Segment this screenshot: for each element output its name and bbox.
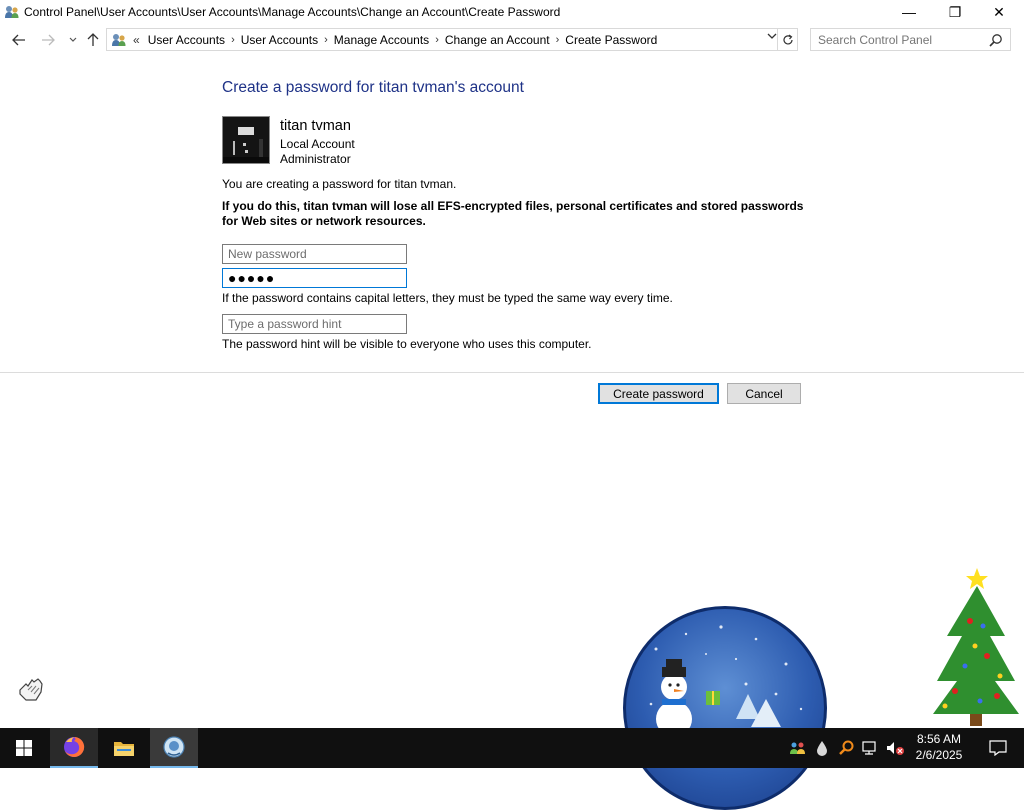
breadcrumb-item[interactable]: User Accounts <box>148 33 225 47</box>
address-dropdown-icon[interactable] <box>767 32 777 43</box>
create-password-button[interactable]: Create password <box>598 383 719 404</box>
clock[interactable]: 8:56 AM 2/6/2025 <box>906 731 972 763</box>
chevron-right-icon[interactable]: › <box>435 34 439 46</box>
warning-text: If you do this, titan tvman will lose al… <box>222 199 804 228</box>
search-tool-icon[interactable] <box>836 728 856 768</box>
clock-time: 8:56 AM <box>916 732 962 746</box>
navigation-bar: « User Accounts › User Accounts › Manage… <box>0 28 1024 52</box>
avatar <box>222 116 270 164</box>
refresh-icon[interactable] <box>777 29 797 50</box>
account-role: Administrator <box>280 152 351 166</box>
back-arrow-icon[interactable] <box>9 30 29 50</box>
address-bar[interactable]: « User Accounts › User Accounts › Manage… <box>106 28 798 51</box>
people-icon[interactable] <box>788 728 808 768</box>
cancel-button[interactable]: Cancel <box>727 383 801 404</box>
chevron-right-icon[interactable]: › <box>556 34 560 46</box>
up-arrow-icon[interactable] <box>83 30 103 50</box>
chevron-right-icon[interactable]: › <box>324 34 328 46</box>
case-sensitivity-note: If the password contains capital letters… <box>222 291 673 305</box>
start-button[interactable] <box>0 728 48 768</box>
search-box[interactable] <box>810 28 1011 51</box>
user-accounts-icon <box>4 4 20 20</box>
search-icon[interactable] <box>989 33 1003 47</box>
windows-logo-icon <box>16 740 32 756</box>
title-bar[interactable]: Control Panel\User Accounts\User Account… <box>0 0 1024 24</box>
window-title: Control Panel\User Accounts\User Account… <box>24 5 561 19</box>
clock-date: 2/6/2025 <box>915 748 963 762</box>
close-button[interactable]: ✕ <box>976 0 1022 24</box>
snow-globe-decoration <box>623 606 827 810</box>
network-icon[interactable] <box>860 728 880 768</box>
firefox-icon[interactable] <box>50 728 98 768</box>
breadcrumb-item[interactable]: Create Password <box>565 33 657 47</box>
maximize-button[interactable]: ❐ <box>932 0 978 24</box>
hand-cursor-icon <box>16 676 46 704</box>
file-explorer-icon[interactable] <box>100 728 148 768</box>
minimize-button[interactable]: — <box>886 0 932 24</box>
breadcrumb-item[interactable]: Manage Accounts <box>334 33 429 47</box>
christmas-tree-decoration <box>925 566 1021 728</box>
taskbar: 8:56 AM 2/6/2025 <box>0 728 1024 768</box>
recent-locations-chevron-icon[interactable] <box>63 30 83 50</box>
breadcrumb-overflow[interactable]: « <box>133 33 140 47</box>
account-type: Local Account <box>280 137 355 151</box>
dropbox-icon[interactable] <box>812 728 832 768</box>
new-password-field[interactable] <box>222 244 407 264</box>
page-title: Create a password for titan tvman's acco… <box>222 79 524 96</box>
control-panel-window: Control Panel\User Accounts\User Account… <box>0 0 1024 810</box>
hint-visibility-note: The password hint will be visible to eve… <box>222 337 592 351</box>
info-text: You are creating a password for titan tv… <box>222 177 457 191</box>
breadcrumb-item[interactable]: Change an Account <box>445 33 550 47</box>
control-panel-icon[interactable] <box>150 728 198 768</box>
search-input[interactable] <box>818 32 988 47</box>
divider <box>0 372 1024 373</box>
breadcrumb-item[interactable]: User Accounts <box>241 33 318 47</box>
confirm-password-field[interactable] <box>222 268 407 288</box>
chevron-right-icon[interactable]: › <box>231 34 235 46</box>
notification-icon[interactable] <box>978 728 1018 768</box>
account-name: titan tvman <box>280 118 351 134</box>
password-hint-field[interactable] <box>222 314 407 334</box>
volume-muted-icon[interactable] <box>884 728 906 768</box>
forward-arrow-icon[interactable] <box>38 30 58 50</box>
user-accounts-icon <box>111 32 127 48</box>
